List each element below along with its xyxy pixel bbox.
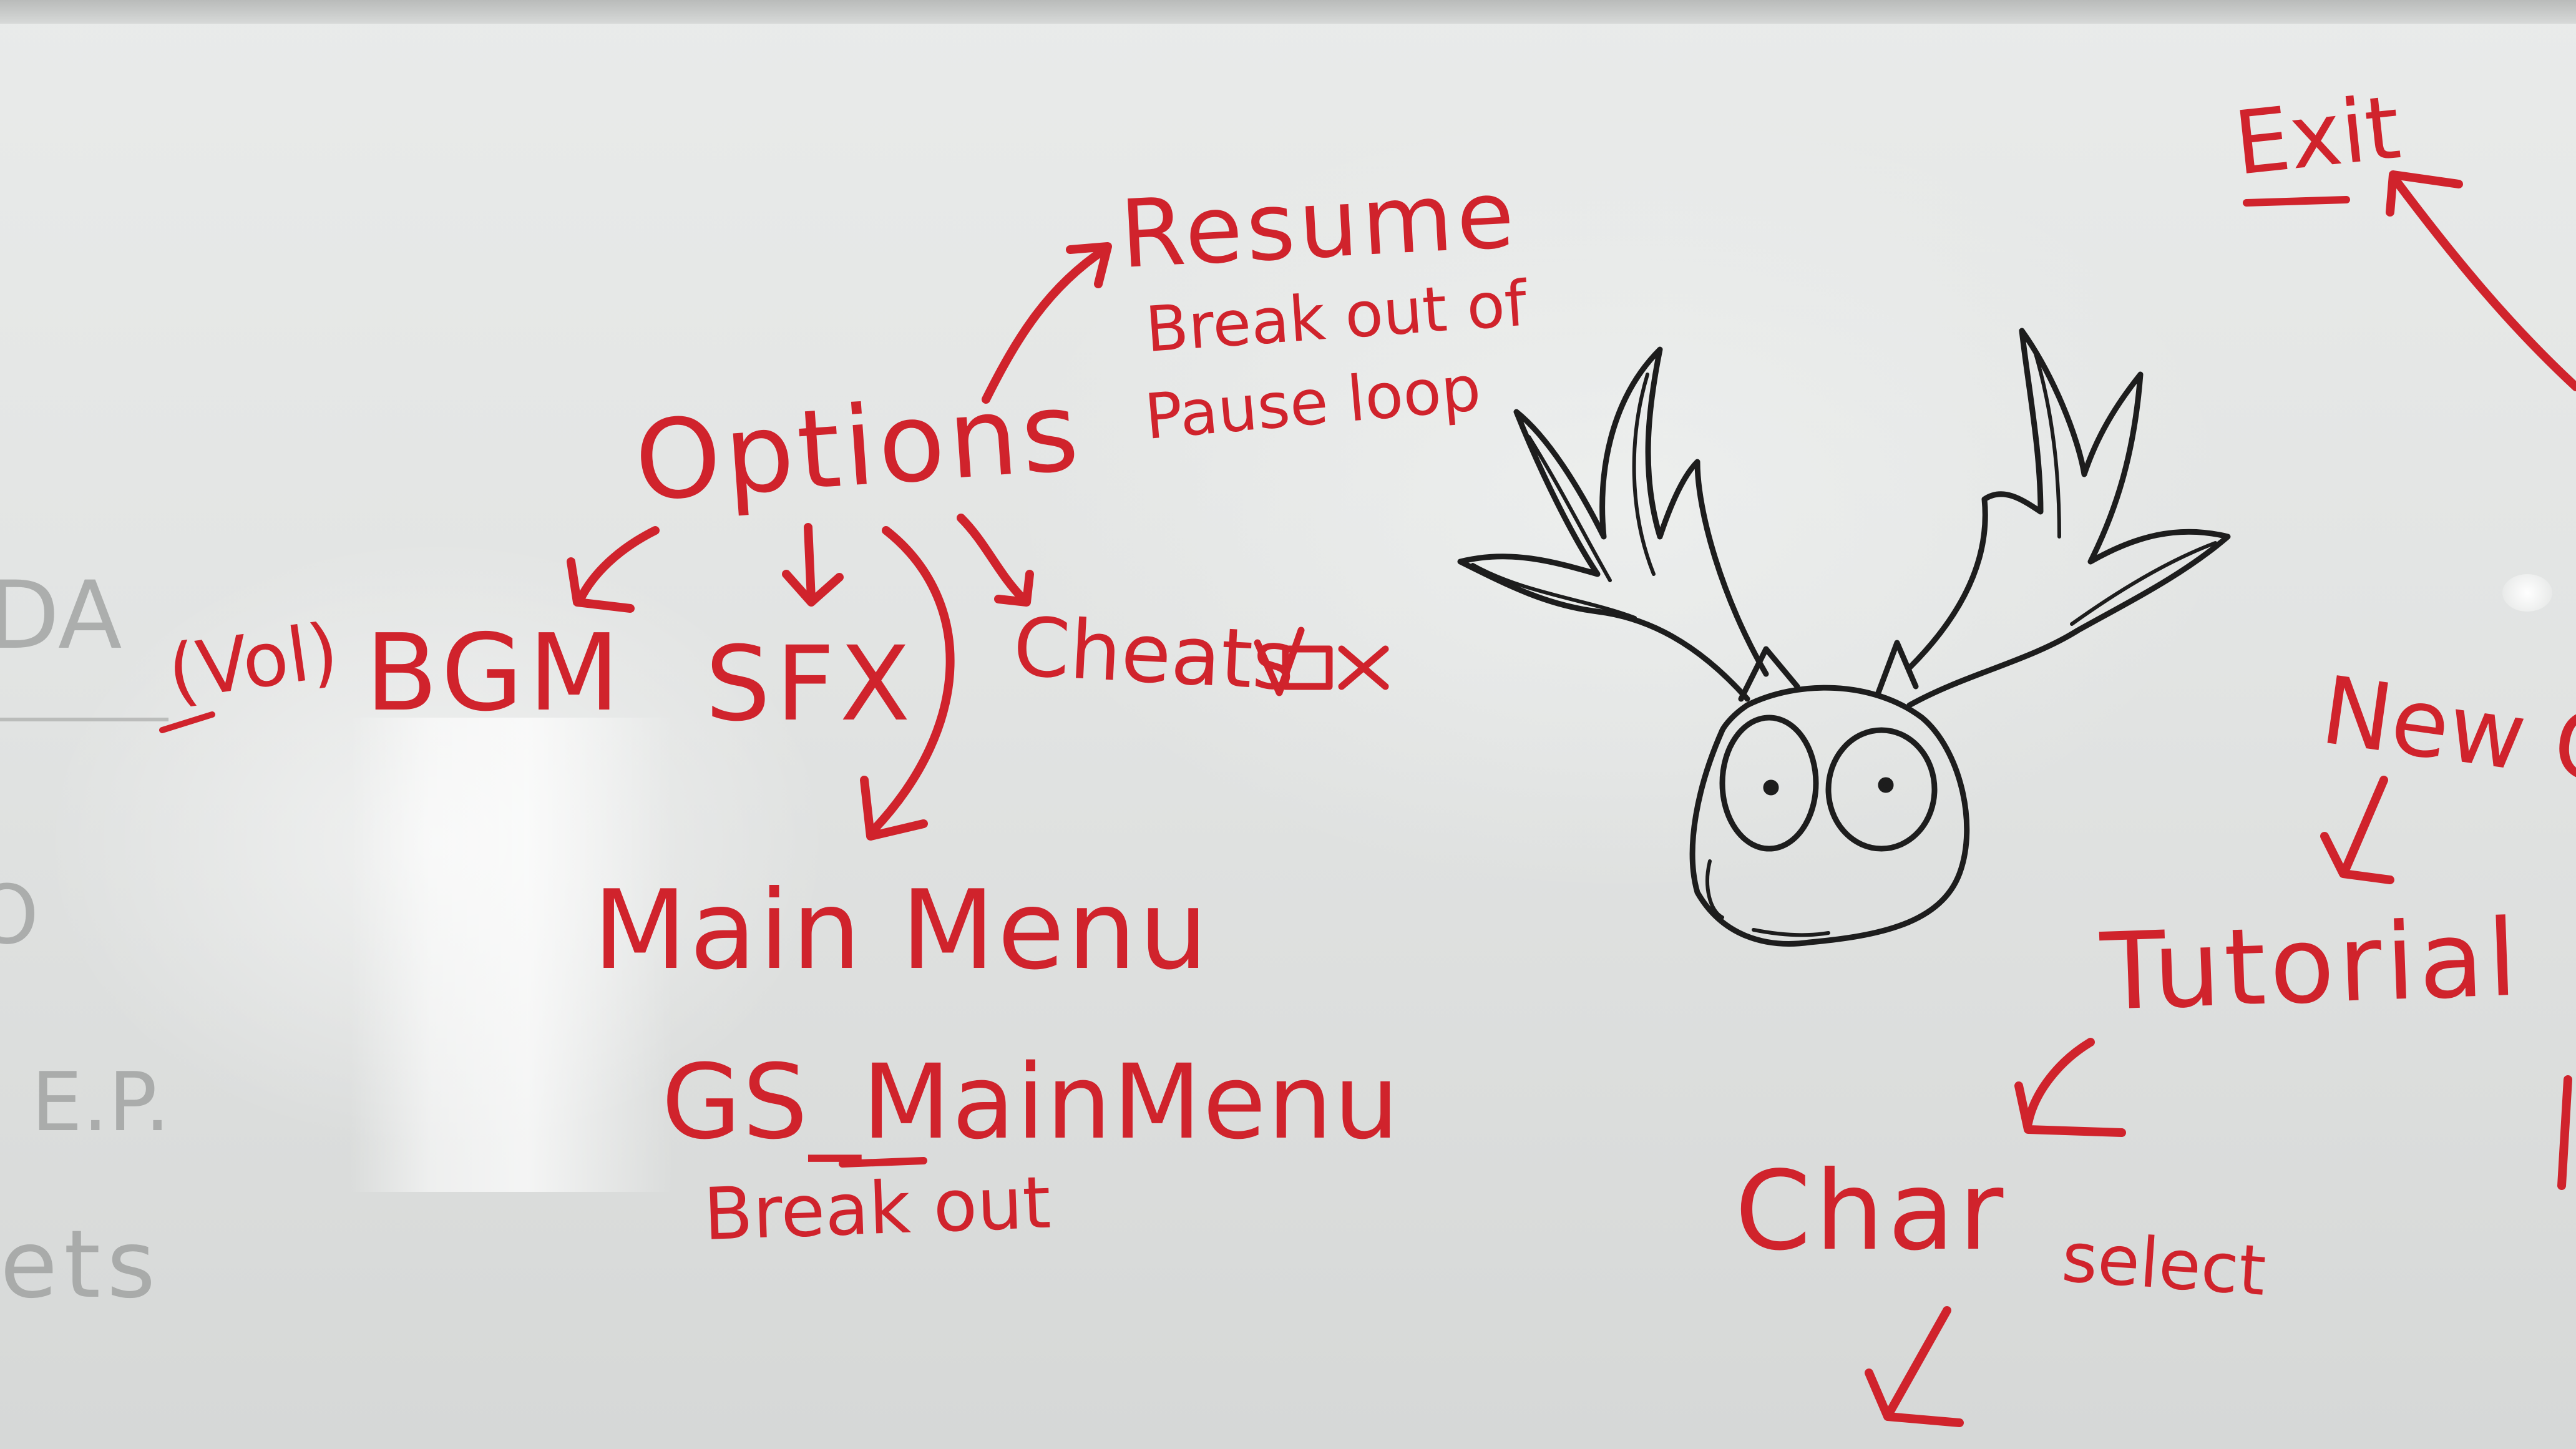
left-antler	[1457, 346, 1769, 702]
right-ear	[1875, 640, 1919, 696]
left-pupil	[1763, 779, 1779, 796]
right-antler	[1906, 328, 2231, 708]
head-outline	[1689, 685, 1970, 947]
moose-head-drawing	[1457, 328, 2231, 947]
right-pupil	[1878, 777, 1894, 793]
